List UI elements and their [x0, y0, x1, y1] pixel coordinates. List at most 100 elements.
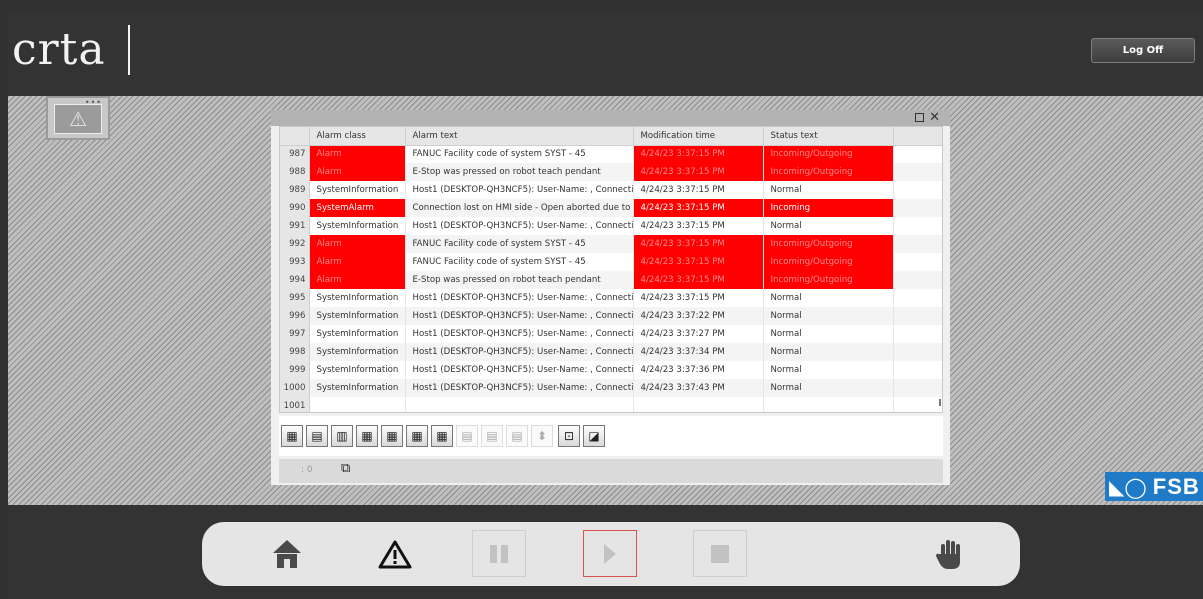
- empty-cell: [893, 199, 942, 217]
- modification-time-cell: 4/24/23 3:37:27 PM: [633, 325, 764, 343]
- hand-icon: [936, 539, 960, 569]
- header-bar: crta Log Off: [8, 12, 1203, 96]
- empty-cell: [893, 217, 942, 235]
- hand-stop-button[interactable]: [922, 530, 976, 577]
- modification-time-cell: 4/24/23 3:37:15 PM: [633, 163, 764, 181]
- acknowledge-icon[interactable]: ▦: [281, 425, 303, 447]
- alarm-class-cell: SystemInformation: [309, 307, 406, 325]
- column-header[interactable]: Alarm text: [405, 127, 634, 146]
- alarm-indicator-tile[interactable]: ••• ⚠: [46, 96, 110, 140]
- next-alarm-icon[interactable]: ▦: [431, 425, 453, 447]
- alarm-text-cell: Host1 (DESKTOP-QH3NCF5): User-Name: , Co…: [405, 307, 634, 325]
- alarm-row[interactable]: 987 Alarm FANUC Facility code of system SY…: [280, 145, 942, 163]
- alarm-row[interactable]: 996 SystemInformation Host1 (DESKTOP-QH3NC…: [280, 307, 942, 325]
- row-number: 992: [280, 235, 310, 253]
- start-button[interactable]: [583, 530, 637, 577]
- modification-time-cell: 4/24/23 3:37:15 PM: [633, 289, 764, 307]
- alarm-statusbar: : 0 ⧉: [279, 459, 943, 483]
- alarm-class-cell: SystemInformation: [309, 343, 406, 361]
- pause-icon: [490, 544, 508, 563]
- filter-alarms-icon[interactable]: ▤: [306, 425, 328, 447]
- first-alarm-icon[interactable]: ▦: [381, 425, 403, 447]
- reload-icon[interactable]: ▤: [506, 425, 528, 447]
- empty-cell: [893, 271, 942, 289]
- empty-cell: [893, 379, 942, 397]
- modification-time-cell: 4/24/23 3:37:15 PM: [633, 145, 764, 163]
- status-text-cell: Normal: [763, 217, 894, 235]
- column-header[interactable]: Alarm class: [309, 127, 406, 146]
- logoff-button[interactable]: Log Off: [1091, 38, 1195, 63]
- export-icon[interactable]: ◪: [583, 425, 605, 447]
- modification-time-cell: 4/24/23 3:37:15 PM: [633, 253, 764, 271]
- home-icon: [273, 539, 301, 568]
- fit-to-screen-icon[interactable]: ⊡: [558, 425, 580, 447]
- column-header[interactable]: Status text: [763, 127, 894, 146]
- maximize-icon[interactable]: [915, 113, 924, 122]
- modification-time-cell: 4/24/23 3:37:15 PM: [633, 235, 764, 253]
- alarm-text-cell: Host1 (DESKTOP-QH3NCF5): User-Name: , Co…: [405, 325, 634, 343]
- crta-logo: crta: [12, 24, 106, 75]
- empty-cell: [893, 235, 942, 253]
- modification-time-cell: 4/24/23 3:37:36 PM: [633, 361, 764, 379]
- modification-time-cell: 4/24/23 3:37:15 PM: [633, 271, 764, 289]
- empty-cell: [893, 163, 942, 181]
- home-button[interactable]: [260, 530, 314, 577]
- alarms-button[interactable]: [368, 530, 422, 577]
- alarm-class-cell: SystemInformation: [309, 181, 406, 199]
- alarm-class-cell: SystemInformation: [309, 379, 406, 397]
- alarm-row[interactable]: 998 SystemInformation Host1 (DESKTOP-QH3NC…: [280, 343, 942, 361]
- alarm-row[interactable]: 988 Alarm E-Stop was pressed on robot teac…: [280, 163, 942, 181]
- column-header[interactable]: [280, 127, 310, 146]
- alarm-count-label: : 0: [301, 465, 313, 475]
- status-text-cell: Incoming/Outgoing: [763, 235, 894, 253]
- scrollbar-thumb[interactable]: [939, 399, 941, 406]
- alarm-row[interactable]: 1001: [280, 397, 942, 412]
- logo-divider: [128, 25, 130, 75]
- alarm-row[interactable]: 993 Alarm FANUC Facility code of system SY…: [280, 253, 942, 271]
- play-icon: [604, 543, 616, 564]
- alarm-row[interactable]: 991 SystemInformation Host1 (DESKTOP-QH3NC…: [280, 217, 942, 235]
- alarm-row[interactable]: 1000 SystemInformation Host1 (DESKTOP-QH3N…: [280, 379, 942, 397]
- stop-button[interactable]: [693, 530, 747, 577]
- column-header[interactable]: Modification time: [633, 127, 764, 146]
- selection-icon[interactable]: ▤: [456, 425, 478, 447]
- alarm-text-cell: Host1 (DESKTOP-QH3NCF5): User-Name: , Co…: [405, 217, 634, 235]
- alarm-row[interactable]: 990 SystemAlarm Connection lost on HMI sid…: [280, 199, 942, 217]
- column-header[interactable]: [893, 127, 942, 146]
- empty-cell: [893, 289, 942, 307]
- alarm-text-cell: Host1 (DESKTOP-QH3NCF5): User-Name: , Co…: [405, 379, 634, 397]
- loop-in-alarm-icon[interactable]: ▥: [331, 425, 353, 447]
- alarm-text-cell: Host1 (DESKTOP-QH3NCF5): User-Name: , Co…: [405, 361, 634, 379]
- row-number: 998: [280, 343, 310, 361]
- alarm-view-window: ✕ Alarm class Alarm text Modification time…: [271, 110, 950, 485]
- fsb-mark-icon: ◣◯: [1109, 474, 1147, 499]
- alarm-table-body: 987 Alarm FANUC Facility code of system SY…: [280, 145, 942, 412]
- pause-button[interactable]: [472, 530, 526, 577]
- alarm-loop-icon[interactable]: ⧉: [341, 461, 350, 476]
- window-titlebar: ✕: [271, 110, 950, 126]
- sort-up-icon[interactable]: ▦: [356, 425, 378, 447]
- status-text-cell: Incoming/Outgoing: [763, 271, 894, 289]
- status-text-cell: Normal: [763, 307, 894, 325]
- alarm-row[interactable]: 994 Alarm E-Stop was pressed on robot teac…: [280, 271, 942, 289]
- alarm-text-cell: E-Stop was pressed on robot teach pendan…: [405, 163, 634, 181]
- scroll-updown-icon[interactable]: ⬍: [531, 425, 553, 447]
- alarm-class-cell: Alarm: [309, 235, 406, 253]
- alarm-class-cell: SystemInformation: [309, 217, 406, 235]
- previous-alarm-icon[interactable]: ▦: [406, 425, 428, 447]
- empty-cell: [893, 253, 942, 271]
- status-text-cell: Normal: [763, 325, 894, 343]
- status-text-cell: Normal: [763, 343, 894, 361]
- alarm-row[interactable]: 992 Alarm FANUC Facility code of system SY…: [280, 235, 942, 253]
- alarm-row[interactable]: 999 SystemInformation Host1 (DESKTOP-QH3NC…: [280, 361, 942, 379]
- alarm-toolbar: ▦ ▤ ▥ ▦ ▦ ▦ ▦ ▤ ▤ ▤ ⬍ ⊡ ◪: [279, 416, 943, 456]
- alarm-text-cell: FANUC Facility code of system SYST - 45: [405, 145, 634, 163]
- alarm-row[interactable]: 997 SystemInformation Host1 (DESKTOP-QH3NC…: [280, 325, 942, 343]
- alarm-row[interactable]: 989 SystemInformation Host1 (DESKTOP-QH3NC…: [280, 181, 942, 199]
- close-icon[interactable]: ✕: [929, 110, 940, 125]
- row-number: 990: [280, 199, 310, 217]
- status-text-cell: Normal: [763, 289, 894, 307]
- alarm-row[interactable]: 995 SystemInformation Host1 (DESKTOP-QH3NC…: [280, 289, 942, 307]
- edit-alarm-icon[interactable]: ▤: [481, 425, 503, 447]
- empty-cell: [893, 181, 942, 199]
